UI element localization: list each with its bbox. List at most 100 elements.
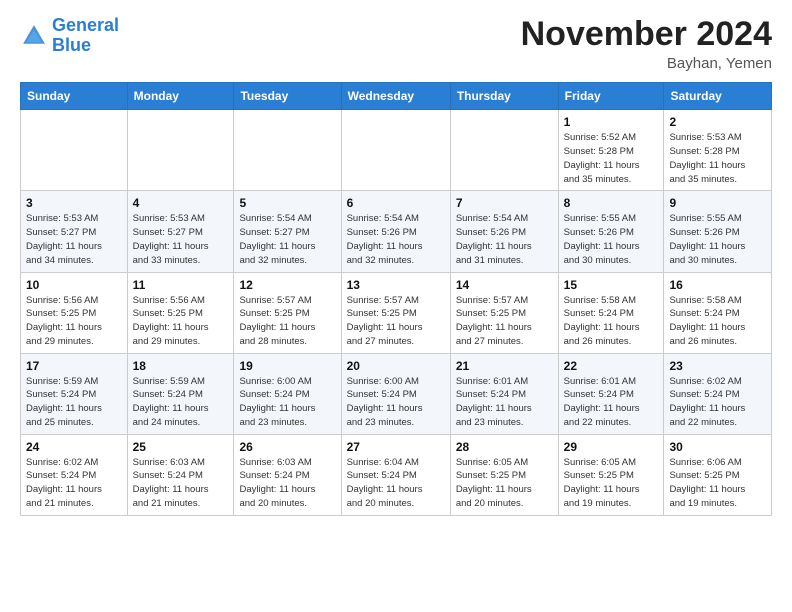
calendar-dow-friday: Friday (558, 83, 664, 110)
calendar-cell: 27 Sunrise: 6:04 AM Sunset: 5:24 PM Dayli… (341, 434, 450, 515)
day-number: 18 (133, 359, 229, 373)
day-info: Sunrise: 6:02 AM Sunset: 5:24 PM Dayligh… (669, 375, 766, 430)
calendar-dow-saturday: Saturday (664, 83, 772, 110)
day-info: Sunrise: 6:04 AM Sunset: 5:24 PM Dayligh… (347, 456, 445, 511)
day-number: 17 (26, 359, 122, 373)
day-info: Sunrise: 6:00 AM Sunset: 5:24 PM Dayligh… (239, 375, 335, 430)
day-number: 20 (347, 359, 445, 373)
calendar-cell: 14 Sunrise: 5:57 AM Sunset: 5:25 PM Dayli… (450, 272, 558, 353)
day-number: 25 (133, 440, 229, 454)
day-info: Sunrise: 5:57 AM Sunset: 5:25 PM Dayligh… (456, 294, 553, 349)
day-info: Sunrise: 5:57 AM Sunset: 5:25 PM Dayligh… (239, 294, 335, 349)
header: GeneralBlue November 2024 Bayhan, Yemen (20, 16, 772, 72)
day-info: Sunrise: 5:55 AM Sunset: 5:26 PM Dayligh… (564, 212, 659, 267)
calendar-cell: 9 Sunrise: 5:55 AM Sunset: 5:26 PM Daylig… (664, 191, 772, 272)
calendar-cell: 28 Sunrise: 6:05 AM Sunset: 5:25 PM Dayli… (450, 434, 558, 515)
calendar-week-3: 10 Sunrise: 5:56 AM Sunset: 5:25 PM Dayli… (21, 272, 772, 353)
day-info: Sunrise: 6:06 AM Sunset: 5:25 PM Dayligh… (669, 456, 766, 511)
day-info: Sunrise: 6:05 AM Sunset: 5:25 PM Dayligh… (456, 456, 553, 511)
calendar-week-4: 17 Sunrise: 5:59 AM Sunset: 5:24 PM Dayli… (21, 353, 772, 434)
day-number: 3 (26, 196, 122, 210)
location: Bayhan, Yemen (521, 55, 772, 72)
day-info: Sunrise: 5:54 AM Sunset: 5:26 PM Dayligh… (456, 212, 553, 267)
day-info: Sunrise: 5:52 AM Sunset: 5:28 PM Dayligh… (564, 131, 659, 186)
calendar-dow-wednesday: Wednesday (341, 83, 450, 110)
calendar-table: SundayMondayTuesdayWednesdayThursdayFrid… (20, 82, 772, 515)
day-number: 27 (347, 440, 445, 454)
logo: GeneralBlue (20, 16, 119, 56)
day-info: Sunrise: 5:54 AM Sunset: 5:27 PM Dayligh… (239, 212, 335, 267)
day-number: 9 (669, 196, 766, 210)
calendar-cell: 6 Sunrise: 5:54 AM Sunset: 5:26 PM Daylig… (341, 191, 450, 272)
day-info: Sunrise: 6:01 AM Sunset: 5:24 PM Dayligh… (564, 375, 659, 430)
day-number: 4 (133, 196, 229, 210)
day-info: Sunrise: 6:01 AM Sunset: 5:24 PM Dayligh… (456, 375, 553, 430)
day-number: 26 (239, 440, 335, 454)
calendar-cell: 26 Sunrise: 6:03 AM Sunset: 5:24 PM Dayli… (234, 434, 341, 515)
calendar-cell: 2 Sunrise: 5:53 AM Sunset: 5:28 PM Daylig… (664, 110, 772, 191)
day-number: 15 (564, 278, 659, 292)
day-info: Sunrise: 6:03 AM Sunset: 5:24 PM Dayligh… (239, 456, 335, 511)
calendar-week-1: 1Sunrise: 5:52 AM Sunset: 5:28 PM Daylig… (21, 110, 772, 191)
calendar-cell: 3 Sunrise: 5:53 AM Sunset: 5:27 PM Daylig… (21, 191, 128, 272)
calendar-cell (21, 110, 128, 191)
day-info: Sunrise: 6:02 AM Sunset: 5:24 PM Dayligh… (26, 456, 122, 511)
page: GeneralBlue November 2024 Bayhan, Yemen … (0, 0, 792, 532)
logo-icon (20, 22, 48, 50)
day-number: 28 (456, 440, 553, 454)
calendar-cell: 24Sunrise: 6:02 AM Sunset: 5:24 PM Dayli… (21, 434, 128, 515)
logo-text: GeneralBlue (52, 16, 119, 56)
calendar-cell: 11Sunrise: 5:56 AM Sunset: 5:25 PM Dayli… (127, 272, 234, 353)
day-number: 13 (347, 278, 445, 292)
day-number: 14 (456, 278, 553, 292)
day-number: 5 (239, 196, 335, 210)
month-title: November 2024 (521, 16, 772, 53)
calendar-cell (341, 110, 450, 191)
day-info: Sunrise: 5:53 AM Sunset: 5:28 PM Dayligh… (669, 131, 766, 186)
day-info: Sunrise: 5:59 AM Sunset: 5:24 PM Dayligh… (26, 375, 122, 430)
calendar-header-row: SundayMondayTuesdayWednesdayThursdayFrid… (21, 83, 772, 110)
calendar-cell: 12 Sunrise: 5:57 AM Sunset: 5:25 PM Dayli… (234, 272, 341, 353)
calendar-cell: 29 Sunrise: 6:05 AM Sunset: 5:25 PM Dayli… (558, 434, 664, 515)
day-info: Sunrise: 6:03 AM Sunset: 5:24 PM Dayligh… (133, 456, 229, 511)
calendar-cell: 25 Sunrise: 6:03 AM Sunset: 5:24 PM Dayli… (127, 434, 234, 515)
day-info: Sunrise: 6:05 AM Sunset: 5:25 PM Dayligh… (564, 456, 659, 511)
day-number: 21 (456, 359, 553, 373)
calendar-cell: 13 Sunrise: 5:57 AM Sunset: 5:25 PM Dayli… (341, 272, 450, 353)
day-info: Sunrise: 5:55 AM Sunset: 5:26 PM Dayligh… (669, 212, 766, 267)
day-number: 12 (239, 278, 335, 292)
day-info: Sunrise: 5:59 AM Sunset: 5:24 PM Dayligh… (133, 375, 229, 430)
calendar-cell: 30Sunrise: 6:06 AM Sunset: 5:25 PM Dayli… (664, 434, 772, 515)
calendar-cell: 20 Sunrise: 6:00 AM Sunset: 5:24 PM Dayli… (341, 353, 450, 434)
calendar-cell: 8 Sunrise: 5:55 AM Sunset: 5:26 PM Daylig… (558, 191, 664, 272)
day-info: Sunrise: 6:00 AM Sunset: 5:24 PM Dayligh… (347, 375, 445, 430)
day-info: Sunrise: 5:53 AM Sunset: 5:27 PM Dayligh… (26, 212, 122, 267)
calendar-dow-thursday: Thursday (450, 83, 558, 110)
day-number: 22 (564, 359, 659, 373)
calendar-cell: 21 Sunrise: 6:01 AM Sunset: 5:24 PM Dayli… (450, 353, 558, 434)
calendar-cell: 18 Sunrise: 5:59 AM Sunset: 5:24 PM Dayli… (127, 353, 234, 434)
calendar-cell: 16Sunrise: 5:58 AM Sunset: 5:24 PM Dayli… (664, 272, 772, 353)
calendar-week-2: 3 Sunrise: 5:53 AM Sunset: 5:27 PM Daylig… (21, 191, 772, 272)
day-info: Sunrise: 5:56 AM Sunset: 5:25 PM Dayligh… (133, 294, 229, 349)
day-info: Sunrise: 5:56 AM Sunset: 5:25 PM Dayligh… (26, 294, 122, 349)
day-number: 8 (564, 196, 659, 210)
calendar-cell: 10 Sunrise: 5:56 AM Sunset: 5:25 PM Dayli… (21, 272, 128, 353)
day-info: Sunrise: 5:54 AM Sunset: 5:26 PM Dayligh… (347, 212, 445, 267)
day-number: 6 (347, 196, 445, 210)
calendar-cell: 4 Sunrise: 5:53 AM Sunset: 5:27 PM Daylig… (127, 191, 234, 272)
day-info: Sunrise: 5:58 AM Sunset: 5:24 PM Dayligh… (669, 294, 766, 349)
day-number: 23 (669, 359, 766, 373)
calendar-cell: 22 Sunrise: 6:01 AM Sunset: 5:24 PM Dayli… (558, 353, 664, 434)
day-number: 7 (456, 196, 553, 210)
day-info: Sunrise: 5:57 AM Sunset: 5:25 PM Dayligh… (347, 294, 445, 349)
calendar-week-5: 24Sunrise: 6:02 AM Sunset: 5:24 PM Dayli… (21, 434, 772, 515)
calendar-dow-monday: Monday (127, 83, 234, 110)
day-number: 2 (669, 115, 766, 129)
calendar-cell: 15Sunrise: 5:58 AM Sunset: 5:24 PM Dayli… (558, 272, 664, 353)
day-info: Sunrise: 5:53 AM Sunset: 5:27 PM Dayligh… (133, 212, 229, 267)
calendar-dow-tuesday: Tuesday (234, 83, 341, 110)
calendar-cell: 5 Sunrise: 5:54 AM Sunset: 5:27 PM Daylig… (234, 191, 341, 272)
day-number: 10 (26, 278, 122, 292)
day-number: 29 (564, 440, 659, 454)
